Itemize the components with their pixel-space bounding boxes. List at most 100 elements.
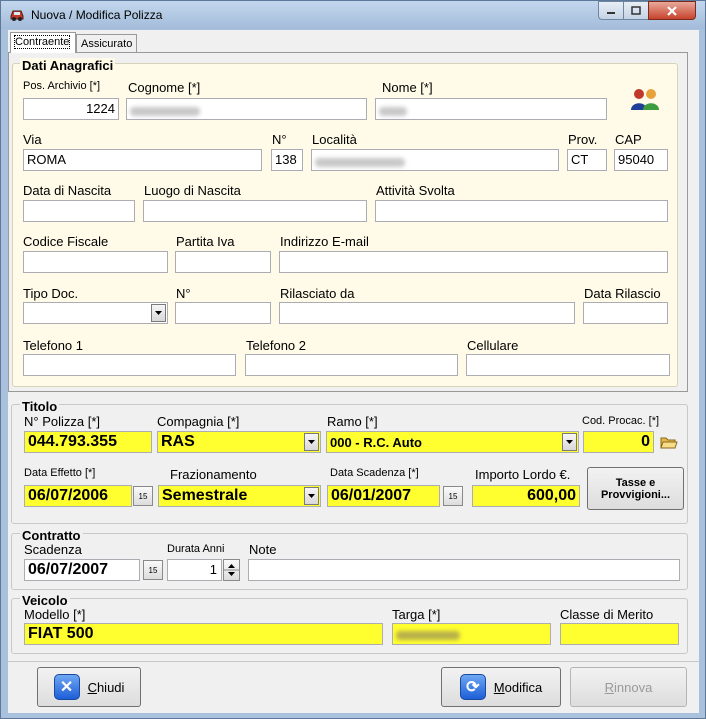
durata-anni-field[interactable]: 1 (167, 559, 222, 581)
durata-anni-stepper[interactable] (223, 559, 240, 581)
window: Nuova / Modifica Polizza Contraente Assi… (0, 0, 706, 719)
localita-label: Località (312, 132, 357, 147)
dati-anagrafici-group: Dati Anagrafici Pos. Archivio [*] 1224 C… (12, 58, 678, 387)
targa-label: Targa [*] (392, 607, 441, 622)
data-nascita-field[interactable] (23, 200, 135, 222)
tab-contraente[interactable]: Contraente (10, 32, 76, 53)
note-label: Note (249, 542, 277, 557)
via-field[interactable]: ROMA (23, 149, 262, 171)
titolo-legend: Titolo (20, 399, 60, 414)
prov-field[interactable]: CT (567, 149, 607, 171)
nome-label: Nome [*] (382, 80, 433, 95)
compagnia-value: RAS (161, 433, 195, 450)
cellulare-field[interactable] (466, 354, 670, 376)
rinnova-label: Rinnova (604, 679, 653, 695)
durata-anni-label: Durata Anni (167, 543, 225, 555)
email-field[interactable] (279, 251, 668, 273)
calendar-icon[interactable]: 15 (443, 486, 463, 506)
numero-label: N° (272, 132, 287, 147)
rinnova-button[interactable]: Rinnova (570, 667, 687, 707)
compagnia-select[interactable]: RAS (157, 431, 321, 453)
via-label: Via (23, 132, 42, 147)
data-rilascio-field[interactable] (583, 302, 668, 324)
redacted-text (379, 106, 407, 116)
data-rilascio-label: Data Rilascio (584, 286, 661, 301)
luogo-nascita-field[interactable] (143, 200, 367, 222)
tab-assicurato[interactable]: Assicurato (76, 34, 137, 52)
cap-label: CAP (615, 132, 642, 147)
chevron-down-icon[interactable] (304, 433, 319, 451)
redacted-text (130, 106, 200, 116)
telefono2-field[interactable] (245, 354, 458, 376)
localita-field[interactable] (311, 149, 559, 171)
veicolo-legend: Veicolo (20, 593, 70, 608)
ramo-value: 000 - R.C. Auto (330, 435, 422, 450)
chiudi-label: Chiudi (87, 679, 125, 695)
veicolo-group: Veicolo Modello [*] FIAT 500 Targa [*] C… (11, 593, 688, 654)
frazionamento-select[interactable]: Semestrale (158, 485, 321, 507)
classe-merito-field[interactable] (560, 623, 679, 645)
chevron-down-icon[interactable] (151, 304, 166, 322)
open-folder-icon[interactable] (660, 435, 678, 453)
luogo-nascita-label: Luogo di Nascita (144, 183, 241, 198)
ramo-label: Ramo [*] (327, 414, 378, 429)
codice-fiscale-field[interactable] (23, 251, 168, 273)
importo-lordo-label: Importo Lordo €. (475, 467, 571, 482)
numero-field[interactable]: 138 (271, 149, 303, 171)
cod-procac-field[interactable]: 0 (583, 431, 654, 453)
rilasciato-da-label: Rilasciato da (280, 286, 355, 301)
close-button[interactable] (648, 1, 696, 20)
cellulare-label: Cellulare (467, 338, 519, 353)
calendar-icon[interactable]: 15 (133, 486, 153, 506)
codice-fiscale-label: Codice Fiscale (23, 234, 109, 249)
scadenza-label: Scadenza (24, 542, 82, 557)
targa-field[interactable] (392, 623, 551, 645)
data-scadenza-field[interactable]: 06/01/2007 (327, 485, 440, 507)
prov-label: Prov. (568, 132, 598, 147)
redacted-text (315, 157, 405, 167)
maximize-icon (631, 5, 641, 15)
minimize-button[interactable] (598, 1, 624, 20)
data-effetto-field[interactable]: 06/07/2006 (24, 485, 132, 507)
chevron-down-icon[interactable] (562, 433, 577, 451)
telefono2-label: Telefono 2 (246, 338, 306, 353)
frazionamento-label: Frazionamento (170, 467, 257, 482)
n-polizza-label: N° Polizza [*] (24, 414, 101, 429)
frazionamento-value: Semestrale (162, 487, 248, 504)
people-icon[interactable] (629, 86, 663, 115)
maximize-button[interactable] (623, 1, 649, 20)
nome-field[interactable] (375, 98, 607, 120)
importo-lordo-field[interactable]: 600,00 (472, 485, 580, 507)
cod-procac-label: Cod. Procac. [*] (582, 415, 660, 427)
n-polizza-field[interactable]: 044.793.355 (24, 431, 152, 453)
telefono1-field[interactable] (23, 354, 236, 376)
titolo-group: Titolo N° Polizza [*] 044.793.355 Compag… (11, 399, 688, 524)
scadenza-field[interactable]: 06/07/2007 (24, 559, 140, 581)
pos-archivio-label: Pos. Archivio [*] (23, 80, 101, 92)
window-title: Nuova / Modifica Polizza (31, 8, 163, 22)
partita-iva-field[interactable] (175, 251, 271, 273)
pos-archivio-field[interactable]: 1224 (23, 98, 119, 120)
ramo-select[interactable]: 000 - R.C. Auto (326, 431, 579, 453)
note-field[interactable] (248, 559, 680, 581)
cognome-field[interactable] (126, 98, 367, 120)
tasse-button-line2: Provvigioni... (600, 488, 671, 501)
calendar-icon[interactable]: 15 (143, 560, 163, 580)
num-doc-field[interactable] (175, 302, 271, 324)
chiudi-button[interactable]: ✕ Chiudi (37, 667, 141, 707)
modifica-button[interactable]: ⟳ Modifica (441, 667, 561, 707)
attivita-field[interactable] (375, 200, 668, 222)
modello-field[interactable]: FIAT 500 (24, 623, 383, 645)
tasse-provvigioni-button[interactable]: Tasse e Provvigioni... (587, 467, 684, 510)
compagnia-label: Compagnia [*] (157, 414, 240, 429)
rilasciato-da-field[interactable] (279, 302, 575, 324)
divider (8, 661, 699, 662)
car-icon[interactable] (9, 6, 25, 22)
tipo-doc-select[interactable] (23, 302, 168, 324)
title-bar[interactable]: Nuova / Modifica Polizza (1, 1, 705, 29)
cap-field[interactable]: 95040 (614, 149, 668, 171)
stepper-arrows-icon (224, 564, 239, 576)
chevron-down-icon[interactable] (304, 487, 319, 505)
contratto-legend: Contratto (20, 528, 83, 543)
data-effetto-label: Data Effetto [*] (24, 467, 96, 479)
